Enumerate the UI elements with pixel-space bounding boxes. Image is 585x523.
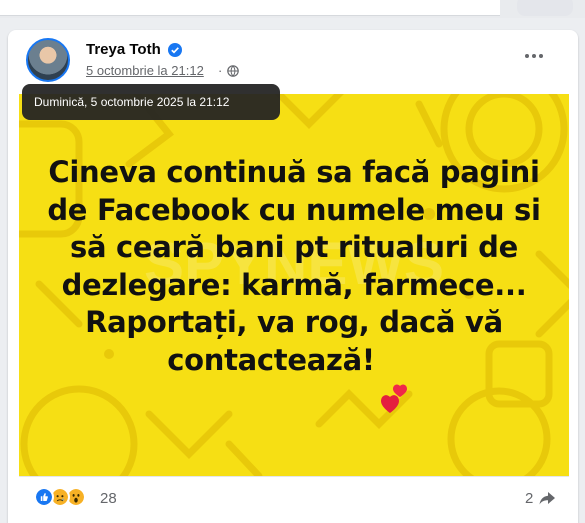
post-image-text: Cineva continuă sa facă pagini de Facebo… (19, 154, 569, 379)
share-count[interactable]: 2 (525, 490, 533, 507)
more-dot (539, 54, 543, 58)
share-icon[interactable] (538, 489, 556, 507)
verified-badge-icon (168, 43, 182, 57)
footer-divider (19, 476, 569, 477)
two-hearts-icon (381, 384, 407, 413)
more-dot (525, 54, 529, 58)
more-dot (532, 54, 536, 58)
timestamp-separator: · (218, 63, 223, 78)
reactions-summary[interactable] (34, 487, 104, 509)
previous-post-card-edge (0, 0, 500, 16)
author-name[interactable]: Treya Toth (86, 41, 161, 58)
post-text-line: de Facebook cu numele meu si (47, 192, 541, 227)
previous-post-strip (0, 0, 585, 18)
post-text-line: Cineva continuă sa facă pagini (48, 155, 540, 189)
more-options-icon[interactable] (520, 46, 548, 66)
globe-icon[interactable] (227, 65, 239, 77)
post-text-line: să ceară bani pt ritualuri de (69, 230, 519, 264)
author-avatar[interactable] (26, 38, 70, 82)
post-text-line: contactează! (19, 342, 569, 380)
post-text-line: Raportați, va rog, dacă vă (85, 305, 503, 339)
reaction-count[interactable]: 28 (100, 490, 117, 507)
post-image[interactable]: SPYNEWS Cineva continuă sa facă pagini d… (19, 94, 569, 476)
like-icon (34, 487, 54, 507)
post-text-last-segment: contactează! (167, 342, 375, 377)
previous-post-button[interactable] (517, 0, 573, 16)
timestamp-tooltip: Duminică, 5 octombrie 2025 la 21:12 (22, 84, 280, 120)
post-timestamp-link[interactable]: 5 octombrie la 21:12 (86, 63, 204, 78)
post-text-line: dezlegare: karmă, farmece... (61, 267, 527, 302)
